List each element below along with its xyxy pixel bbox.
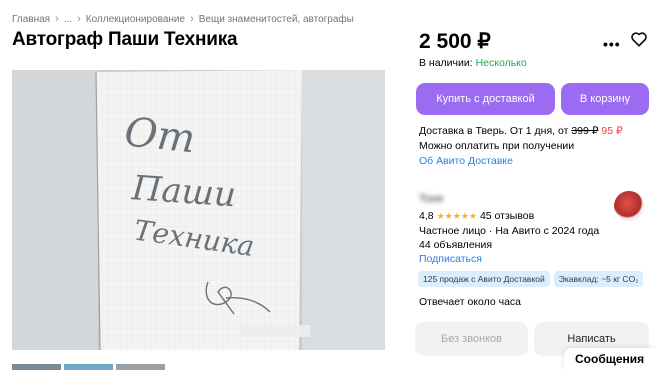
payment-on-receipt: Можно оплатить при получении <box>419 140 575 152</box>
seller-badges: 125 продаж с Авито Доставкой Экавклад: ~… <box>418 271 644 287</box>
page-title: Автограф Паши Техника <box>12 29 238 50</box>
rating-value: 4,8 <box>419 210 434 222</box>
reply-time: Отвечает около часа <box>419 296 522 308</box>
no-calls-button: Без звонков <box>415 322 528 356</box>
reviews-count: 45 отзывов <box>479 210 535 222</box>
add-to-cart-button[interactable]: В корзину <box>561 83 649 115</box>
handwritten-line-2: Паши <box>130 168 238 215</box>
eco-badge: Экавклад: ~5 кг CO₂ <box>553 271 644 287</box>
breadcrumb-home[interactable]: Главная <box>12 14 50 25</box>
seller-name[interactable]: Тоня <box>419 193 443 205</box>
seller-rating[interactable]: 4,8 ★★★★★ 45 отзывов <box>419 210 534 222</box>
delivery-info: Доставка в Тверь. От 1 дня, от 399 ₽ 95 … <box>419 124 623 169</box>
thumbnail[interactable] <box>12 364 61 370</box>
listing-price: 2 500 ₽ <box>419 30 491 53</box>
handwritten-line-1: От <box>122 109 197 162</box>
rating-stars-icon: ★★★★★ <box>436 210 477 221</box>
autograph-photo: От Паши Техника <box>12 70 385 350</box>
breadcrumb-ellipsis[interactable]: ... <box>64 14 72 25</box>
delivery-line: Доставка в Тверь. От 1 дня, от 399 ₽ 95 … <box>419 124 623 139</box>
seller-type: Частное лицо · На Авито с 2024 года <box>419 225 600 237</box>
breadcrumb-separator: › <box>55 13 59 25</box>
messages-panel-tab[interactable]: Сообщения <box>564 348 656 370</box>
seller-listings-count[interactable]: 44 объявления <box>419 239 492 251</box>
delivery-old-price: 399 ₽ <box>571 125 599 137</box>
breadcrumb-separator: › <box>190 13 194 25</box>
thumbnail[interactable] <box>64 364 113 370</box>
delivery-new-price: 95 ₽ <box>601 125 623 137</box>
availability-label: В наличии: <box>419 57 473 69</box>
delivery-text: Доставка в Тверь. От 1 дня, от <box>419 125 569 137</box>
breadcrumb-celebrity-items[interactable]: Вещи знаменитостей, автографы <box>199 14 354 25</box>
availability: В наличии: Несколько <box>419 57 527 69</box>
breadcrumb-separator: › <box>77 13 81 25</box>
heart-icon[interactable] <box>630 30 648 48</box>
listing-photo[interactable]: От Паши Техника <box>12 70 385 350</box>
about-delivery-link[interactable]: Об Авито Доставке <box>419 154 623 169</box>
thumbnail[interactable] <box>116 364 165 370</box>
more-dots-icon[interactable]: ••• <box>603 36 621 52</box>
photo-thumbnails <box>12 364 165 370</box>
subscribe-link[interactable]: Подписаться <box>419 253 482 265</box>
sales-badge: 125 продаж с Авито Доставкой <box>418 271 550 287</box>
availability-value: Несколько <box>475 57 527 69</box>
breadcrumb-collecting[interactable]: Коллекционирование <box>86 14 185 25</box>
breadcrumb: Главная › ... › Коллекционирование › Вещ… <box>12 13 354 25</box>
seller-avatar[interactable] <box>614 191 644 221</box>
buy-with-delivery-button[interactable]: Купить с доставкой <box>416 83 555 115</box>
